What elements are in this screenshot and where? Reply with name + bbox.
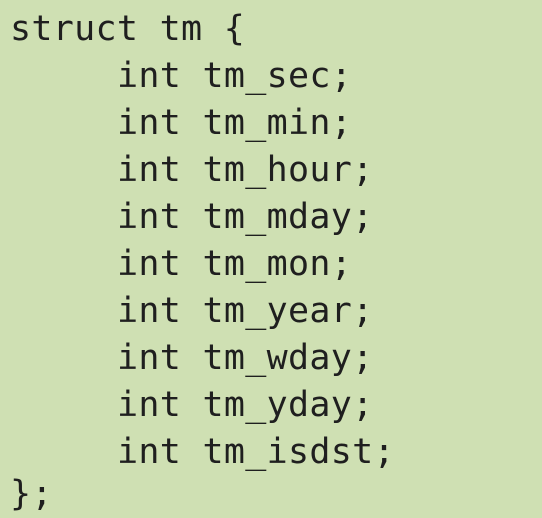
field-tm-hour: int tm_hour; <box>117 150 374 190</box>
field-tm-yday: int tm_yday; <box>117 385 374 425</box>
struct-closing-line: }; <box>10 474 53 514</box>
field-tm-sec: int tm_sec; <box>117 56 353 96</box>
code-panel: struct tm { int tm_sec; int tm_min; int … <box>0 0 542 517</box>
field-tm-mday: int tm_mday; <box>117 197 374 237</box>
field-tm-isdst: int tm_isdst; <box>117 432 395 472</box>
field-tm-min: int tm_min; <box>117 103 353 143</box>
field-tm-year: int tm_year; <box>117 291 374 331</box>
field-tm-wday: int tm_wday; <box>117 338 374 378</box>
struct-declaration-line: struct tm { <box>10 9 246 49</box>
field-tm-mon: int tm_mon; <box>117 244 353 284</box>
